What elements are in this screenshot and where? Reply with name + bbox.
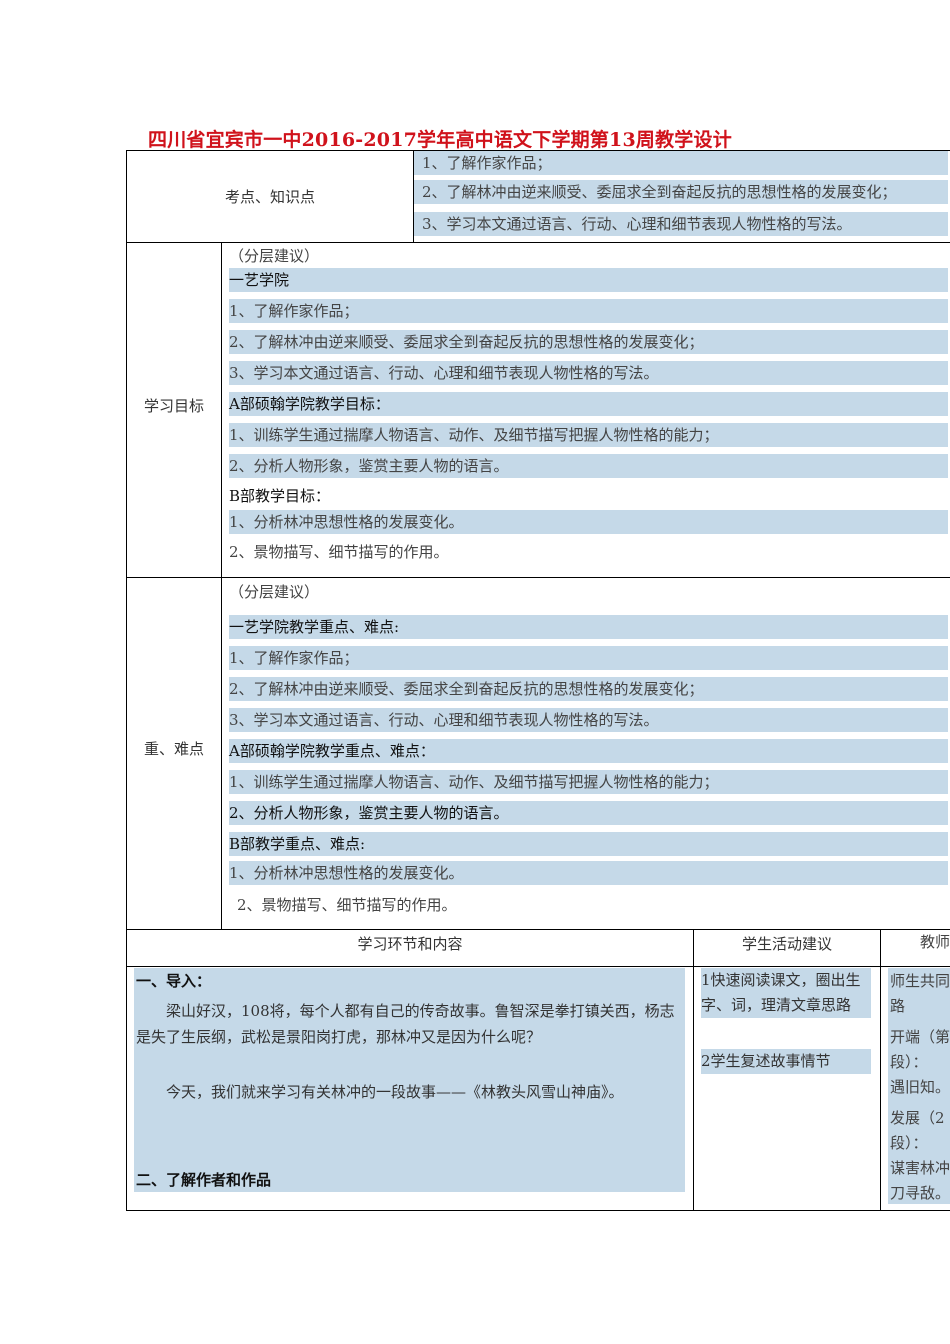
teacher-line: 遇旧知。 [890, 1078, 950, 1096]
teacher-line: 刀寻敌。 [890, 1184, 950, 1202]
section2-groupB-item: 2、景物描写、细节描写的作用。 [229, 543, 449, 561]
section2-group1-title: 一艺学院 [229, 268, 948, 292]
section3-group1-item: 2、了解林冲由逆来顺受、委屈求全到奋起反抗的思想性格的发展变化； [229, 677, 948, 701]
table-border-row3 [126, 929, 950, 930]
table-border-row2 [126, 577, 950, 578]
section3-groupB-item: 1、分析林冲思想性格的发展变化。 [229, 861, 948, 885]
student-activity-item: 2学生复述故事情节 [701, 1049, 871, 1074]
teacher-line: 发展（2 [890, 1109, 945, 1127]
section2-label: 学习目标 [143, 397, 204, 415]
header-student-activity: 学生活动建议 [741, 935, 832, 953]
section2-note: （分层建议） [229, 247, 320, 265]
section2-groupA-item: 2、分析人物形象，鉴赏主要人物的语言。 [229, 454, 948, 478]
section3-group1-item: 1、了解作家作品； [229, 646, 948, 670]
section2-groupB-title: B部教学目标： [229, 487, 331, 505]
teacher-line: 谋害林冲 [890, 1159, 950, 1177]
table-border-row4 [126, 966, 950, 967]
table-border-row1 [126, 242, 950, 243]
table-border-bottom [126, 1210, 950, 1211]
section2-group1-item: 1、了解作家作品； [229, 299, 948, 323]
section2-group1-item: 2、了解林冲由逆来顺受、委屈求全到奋起反抗的思想性格的发展变化； [229, 330, 948, 354]
section1-label: 考点、知识点 [224, 188, 315, 206]
header-learning-content: 学习环节和内容 [357, 935, 463, 953]
section1-item: 1、了解作家作品； [414, 151, 948, 175]
header-teacher: 教师 [920, 933, 950, 951]
section3-group1-title: 一艺学院教学重点、难点: [229, 615, 948, 639]
col-divider-3 [221, 577, 222, 929]
section3-note: （分层建议） [229, 583, 320, 601]
col-divider-4b [880, 929, 881, 1211]
section3-groupA-item: 1、训练学生通过揣摩人物语言、动作、及细节描写把握人物性格的能力； [229, 770, 948, 794]
teacher-line: 段）： [890, 1053, 928, 1071]
intro-title: 一、导入： [136, 972, 212, 990]
teacher-line: 路 [890, 997, 906, 1015]
section2-group1-item: 3、学习本文通过语言、行动、心理和细节表现人物性格的写法。 [229, 361, 948, 385]
section3-label: 重、难点 [143, 740, 204, 758]
section3-group1-item: 3、学习本文通过语言、行动、心理和细节表现人物性格的写法。 [229, 708, 948, 732]
page-title: 四川省宜宾市一中2016-2017学年高中语文下学期第13周教学设计 [148, 129, 732, 151]
section3-groupA-title: A部硕翰学院教学重点、难点： [229, 739, 948, 763]
teacher-line: 段）： [890, 1134, 928, 1152]
section3-groupB-title: B部教学重点、难点: [229, 832, 948, 856]
intro-paragraph-1: 梁山好汉，108将，每个人都有自己的传奇故事。鲁智深是拳打镇关西，杨志是失了生辰… [136, 1002, 675, 1046]
col-divider-2 [221, 242, 222, 577]
section3-groupA-item: 2、分析人物形象，鉴赏主要人物的语言。 [229, 801, 948, 825]
section2-groupA-title: A部硕翰学院教学目标： [229, 392, 948, 416]
col-divider-4a [693, 929, 694, 1211]
section1-item: 3、学习本文通过语言、行动、心理和细节表现人物性格的写法。 [414, 212, 948, 236]
section1-item: 2、了解林冲由逆来顺受、委屈求全到奋起反抗的思想性格的发展变化； [414, 180, 948, 204]
student-activity-item: 1快速阅读课文，圈出生字、词，理清文章思路 [701, 968, 871, 1018]
teacher-line: 师生共同 [890, 972, 950, 990]
teacher-line: 开端（第 [890, 1028, 950, 1046]
section2-groupA-item: 1、训练学生通过揣摩人物语言、动作、及细节描写把握人物性格的能力； [229, 423, 948, 447]
intro-paragraph-2: 今天，我们就来学习有关林冲的一段故事——《林教头风雪山神庙》。 [166, 1083, 624, 1101]
part2-title: 二、了解作者和作品 [136, 1171, 272, 1189]
section2-groupB-item: 1、分析林冲思想性格的发展变化。 [229, 510, 948, 534]
table-border-left [126, 150, 127, 1211]
section3-groupB-item: 2、景物描写、细节描写的作用。 [237, 896, 457, 914]
